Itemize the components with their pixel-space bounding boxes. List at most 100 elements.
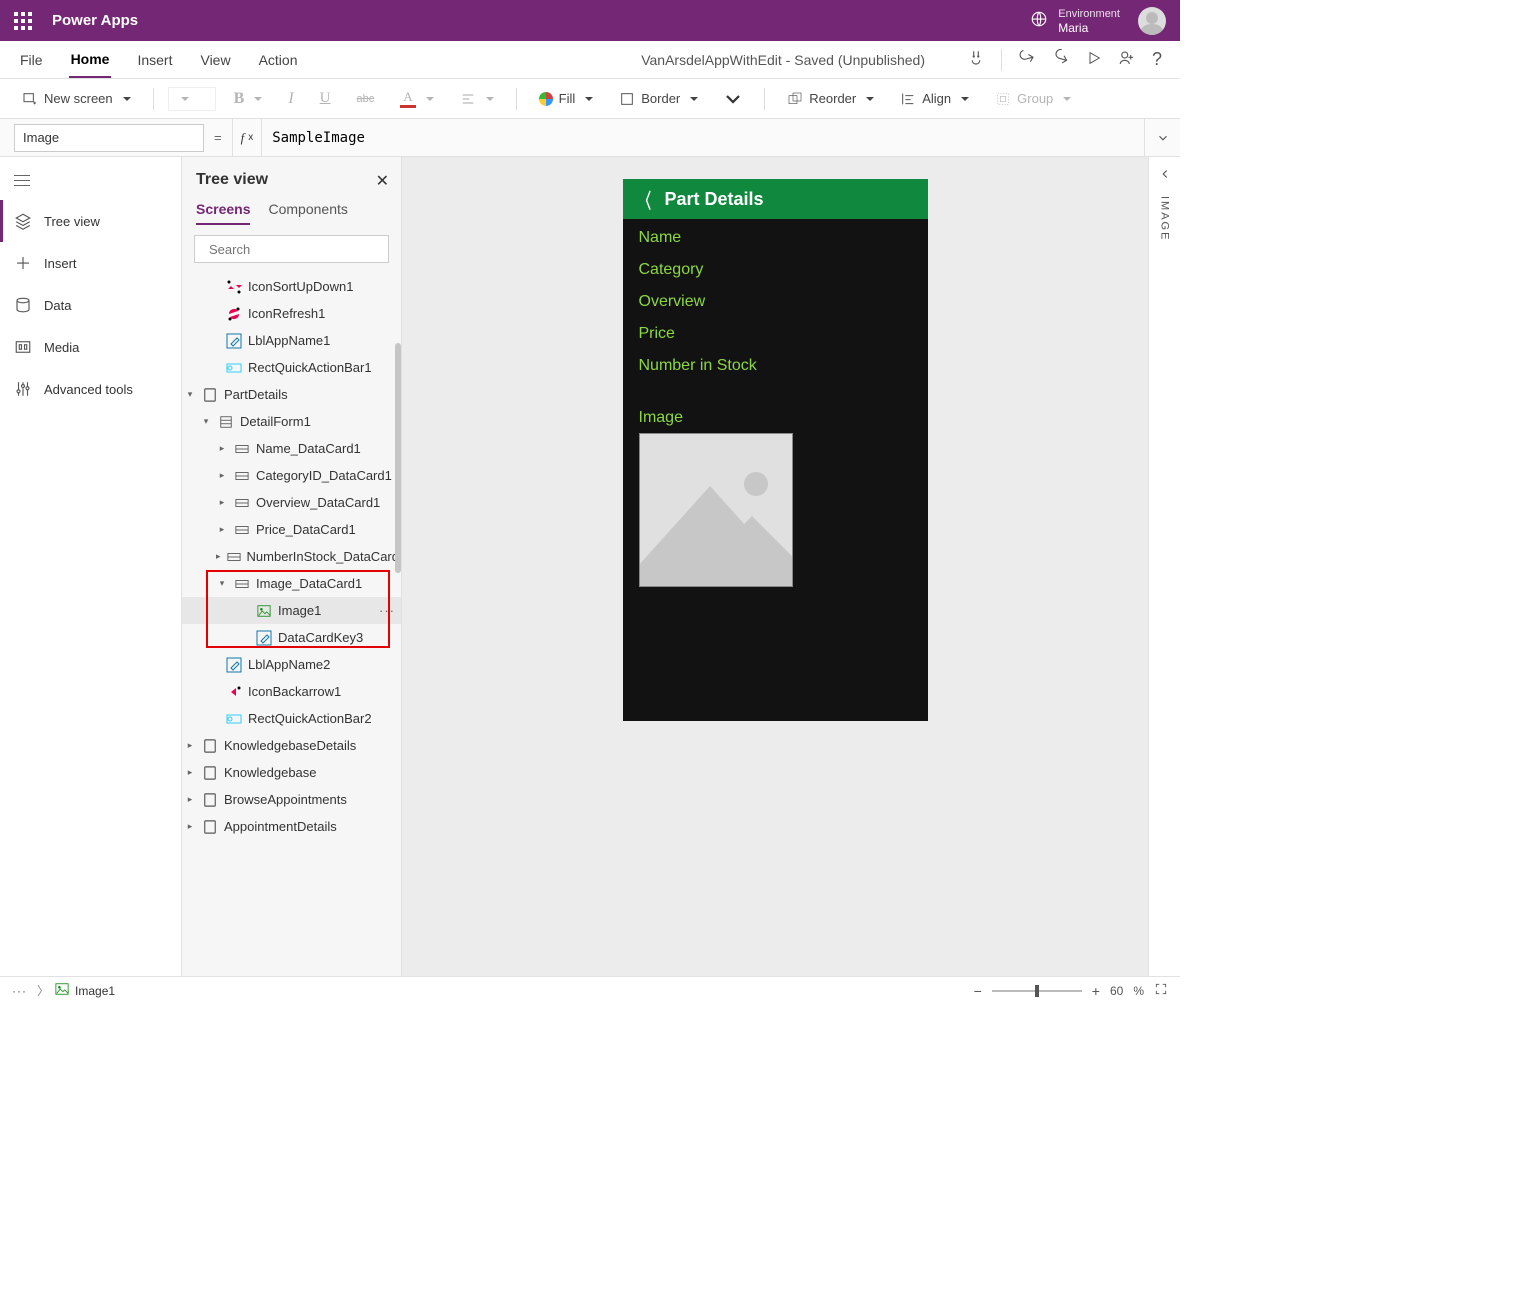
properties-label: IMAGE bbox=[1159, 196, 1171, 241]
share-button[interactable] bbox=[1118, 49, 1136, 70]
tree-node-screen[interactable]: ▸Knowledgebase bbox=[182, 759, 401, 786]
datacard-icon bbox=[234, 441, 250, 457]
tree-search[interactable] bbox=[194, 235, 389, 263]
environment-name: Maria bbox=[1058, 21, 1120, 35]
bold-button[interactable]: B bbox=[226, 86, 271, 112]
rail-collapse-button[interactable] bbox=[0, 161, 181, 200]
tree-node[interactable]: IconBackarrow1 bbox=[182, 678, 401, 705]
nav-tree-view[interactable]: Tree view bbox=[0, 200, 181, 242]
breadcrumb[interactable]: Image1 bbox=[55, 982, 115, 999]
tree-node-card[interactable]: ▸Name_DataCard1 bbox=[182, 435, 401, 462]
tab-components[interactable]: Components bbox=[268, 201, 347, 225]
redo-button[interactable] bbox=[1052, 49, 1070, 70]
field-price: Price bbox=[639, 325, 912, 343]
menu-home[interactable]: Home bbox=[69, 41, 112, 78]
reorder-icon bbox=[787, 91, 803, 107]
tree-node[interactable]: LblAppName1 bbox=[182, 327, 401, 354]
fx-button[interactable]: fx bbox=[232, 119, 263, 156]
sample-image[interactable] bbox=[639, 433, 793, 587]
italic-button[interactable]: I bbox=[280, 86, 301, 112]
screen-plus-icon bbox=[22, 91, 38, 107]
node-more-button[interactable]: ··· bbox=[379, 603, 395, 618]
border-style-button[interactable] bbox=[716, 89, 750, 109]
tree-list: IconSortUpDown1 IconRefresh1 LblAppName1… bbox=[182, 273, 401, 976]
tree-node-image1[interactable]: Image1··· bbox=[182, 597, 401, 624]
menu-file[interactable]: File bbox=[18, 41, 45, 78]
zoom-out-button[interactable]: − bbox=[974, 983, 982, 999]
app-checker-icon[interactable] bbox=[967, 49, 985, 70]
text-align-button[interactable] bbox=[452, 87, 502, 111]
tree-node-card[interactable]: ▸CategoryID_DataCard1 bbox=[182, 462, 401, 489]
menu-insert[interactable]: Insert bbox=[135, 41, 174, 78]
tree-pane-title: Tree view bbox=[196, 171, 387, 189]
tree-node[interactable]: RectQuickActionBar1 bbox=[182, 354, 401, 381]
close-pane-button[interactable]: ✕ bbox=[376, 171, 389, 191]
tree-node-screen[interactable]: ▸AppointmentDetails bbox=[182, 813, 401, 840]
nav-insert[interactable]: Insert bbox=[0, 242, 181, 284]
tree-node-screen[interactable]: ▸BrowseAppointments bbox=[182, 786, 401, 813]
user-avatar[interactable] bbox=[1138, 7, 1166, 35]
fit-to-screen-button[interactable] bbox=[1154, 982, 1168, 999]
tree-node[interactable]: RectQuickActionBar2 bbox=[182, 705, 401, 732]
field-overview: Overview bbox=[639, 293, 912, 311]
database-icon bbox=[14, 296, 32, 314]
align-icon bbox=[900, 91, 916, 107]
align-button[interactable]: Align bbox=[892, 87, 977, 111]
tree-search-input[interactable] bbox=[209, 242, 385, 257]
tree-node-card[interactable]: ▾Image_DataCard1 bbox=[182, 570, 401, 597]
canvas-area[interactable]: 〈 Part Details Name Category Overview Pr… bbox=[402, 157, 1148, 976]
paint-bucket-icon bbox=[539, 92, 553, 106]
font-color-button[interactable]: A bbox=[392, 85, 441, 112]
fill-button[interactable]: Fill bbox=[531, 87, 602, 110]
screen-icon bbox=[202, 765, 218, 781]
tree-node-screen[interactable]: ▾PartDetails bbox=[182, 381, 401, 408]
formula-expand-button[interactable] bbox=[1144, 119, 1180, 156]
field-name: Name bbox=[639, 229, 912, 247]
tree-node[interactable]: IconRefresh1 bbox=[182, 300, 401, 327]
strike-button[interactable]: abc bbox=[348, 89, 382, 109]
font-select[interactable] bbox=[168, 87, 216, 111]
new-screen-button[interactable]: New screen bbox=[14, 87, 139, 111]
play-button[interactable] bbox=[1086, 50, 1102, 69]
tab-screens[interactable]: Screens bbox=[196, 201, 250, 225]
globe-icon bbox=[1030, 10, 1048, 31]
icon-control-icon bbox=[226, 279, 242, 295]
reorder-button[interactable]: Reorder bbox=[779, 87, 882, 111]
zoom-in-button[interactable]: + bbox=[1092, 983, 1100, 999]
left-rail: Tree view Insert Data Media Advanced too… bbox=[0, 157, 182, 976]
tree-node-card[interactable]: ▸NumberInStock_DataCard1 bbox=[182, 543, 401, 570]
menu-action[interactable]: Action bbox=[257, 41, 300, 78]
tree-node[interactable]: LblAppName2 bbox=[182, 651, 401, 678]
app-launcher-icon[interactable] bbox=[14, 12, 32, 30]
tree-node-card[interactable]: ▸Overview_DataCard1 bbox=[182, 489, 401, 516]
group-icon bbox=[995, 91, 1011, 107]
undo-button[interactable] bbox=[1018, 49, 1036, 70]
group-button[interactable]: Group bbox=[987, 87, 1079, 111]
environment-picker[interactable]: Environment Maria bbox=[1030, 7, 1120, 35]
tree-node-card[interactable]: ▸Price_DataCard1 bbox=[182, 516, 401, 543]
screen-icon bbox=[202, 387, 218, 403]
datacard-icon bbox=[234, 576, 250, 592]
formula-input[interactable] bbox=[262, 119, 1144, 156]
expand-properties-button[interactable] bbox=[1158, 167, 1172, 184]
tree-scrollbar[interactable] bbox=[395, 343, 401, 573]
help-button[interactable]: ? bbox=[1152, 49, 1162, 70]
tree-node-screen[interactable]: ▸KnowledgebaseDetails bbox=[182, 732, 401, 759]
tree-view-pane: Tree view ✕ Screens Components IconSortU… bbox=[182, 157, 402, 976]
tree-node[interactable]: DataCardKey3 bbox=[182, 624, 401, 651]
zoom-slider[interactable] bbox=[992, 990, 1082, 992]
tree-node[interactable]: IconSortUpDown1 bbox=[182, 273, 401, 300]
border-button[interactable]: Border bbox=[611, 87, 706, 111]
form-icon bbox=[218, 414, 234, 430]
zoom-control: − + 60 % bbox=[974, 982, 1168, 999]
status-more-button[interactable]: ··· bbox=[12, 984, 27, 998]
back-icon[interactable]: 〈 bbox=[639, 185, 651, 214]
nav-data[interactable]: Data bbox=[0, 284, 181, 326]
tree-node-form[interactable]: ▾DetailForm1 bbox=[182, 408, 401, 435]
property-selector[interactable]: Image bbox=[14, 124, 204, 152]
menu-view[interactable]: View bbox=[198, 41, 232, 78]
underline-button[interactable]: U bbox=[312, 86, 339, 111]
nav-media[interactable]: Media bbox=[0, 326, 181, 368]
nav-advanced[interactable]: Advanced tools bbox=[0, 368, 181, 410]
datacard-icon bbox=[227, 549, 241, 565]
